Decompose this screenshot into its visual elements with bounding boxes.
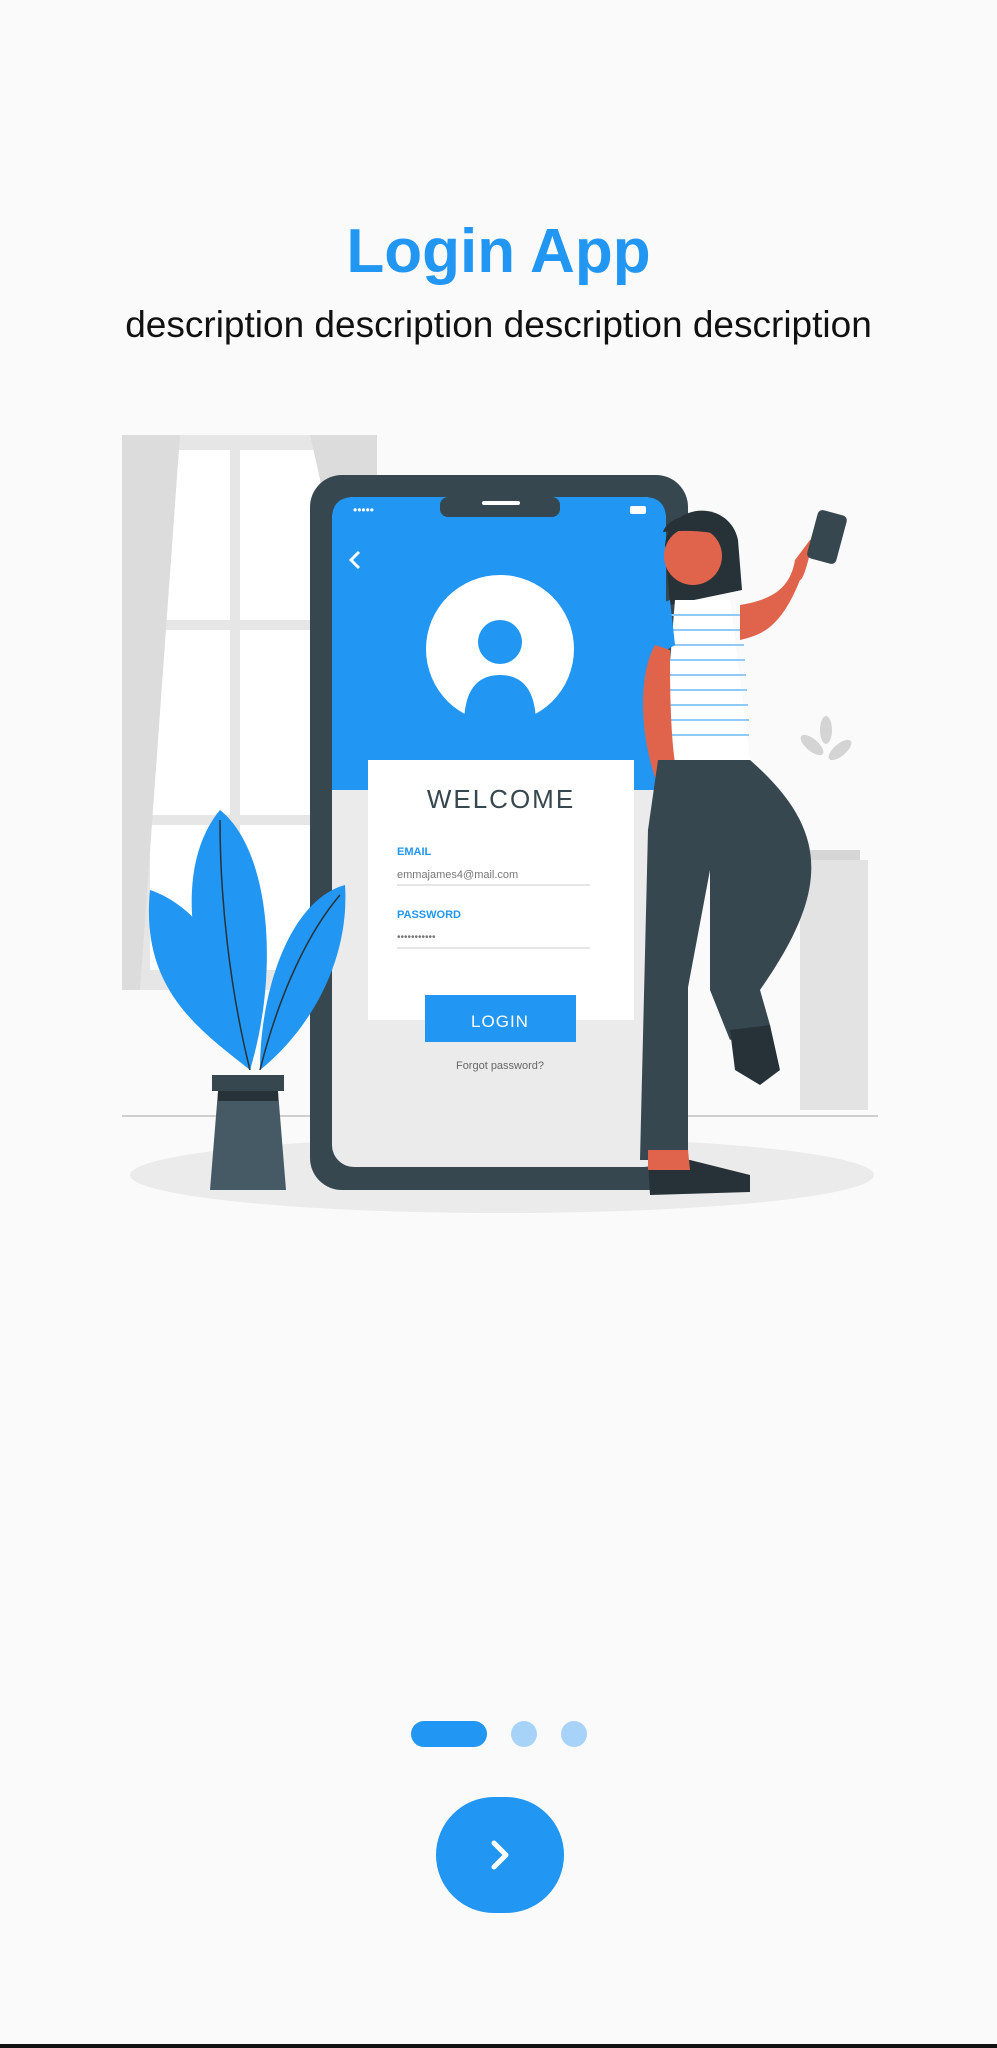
page-indicator xyxy=(0,1720,997,1748)
password-value: ••••••••••• xyxy=(397,932,436,943)
page-dot-1[interactable] xyxy=(410,1721,487,1747)
app-title: Login App xyxy=(346,217,651,286)
forgot-password-text: Forgot password? xyxy=(456,1060,544,1072)
system-nav-bar xyxy=(0,2044,997,2048)
login-text: LOGIN xyxy=(471,1012,529,1031)
app-description: description description description desc… xyxy=(125,304,872,345)
chevron-right-icon xyxy=(491,1840,509,1870)
phone-mockup: ••••• WELCOME EMAIL emmajames4@mail.com … xyxy=(310,475,688,1190)
email-label: EMAIL xyxy=(397,846,432,858)
svg-text:•••••: ••••• xyxy=(353,503,374,517)
password-label: PASSWORD xyxy=(397,909,461,921)
page-dot-2[interactable] xyxy=(510,1721,537,1747)
email-value: emmajames4@mail.com xyxy=(397,869,518,881)
page-dot-3[interactable] xyxy=(560,1721,587,1747)
next-button[interactable] xyxy=(436,1797,564,1913)
welcome-text: WELCOME xyxy=(427,784,575,814)
onboarding-illustration: ••••• WELCOME EMAIL emmajames4@mail.com … xyxy=(110,430,890,1220)
